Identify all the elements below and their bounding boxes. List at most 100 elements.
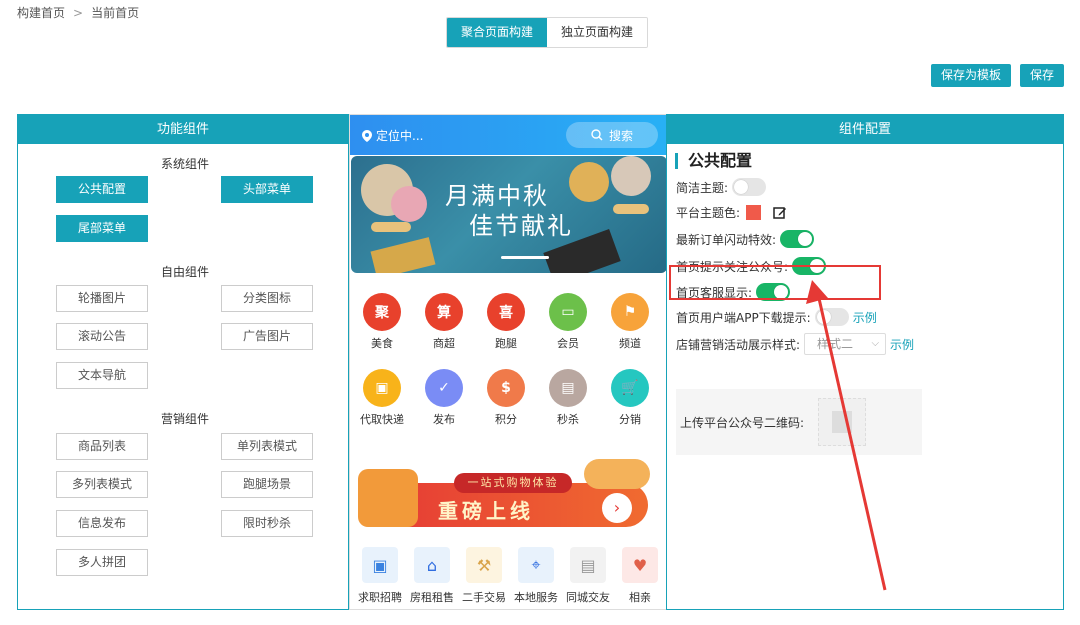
- category-label: 代取快递: [360, 413, 404, 426]
- category-points[interactable]: $ 积分: [476, 369, 536, 427]
- map-pin-icon: ⌖: [518, 547, 554, 583]
- component-scroll-notice[interactable]: 滚动公告: [56, 323, 148, 350]
- component-ad-image[interactable]: 广告图片: [221, 323, 313, 350]
- component-info-publish[interactable]: 信息发布: [56, 510, 148, 537]
- category-label: 分销: [619, 413, 641, 426]
- banner-headline-2: 佳节献礼: [469, 212, 573, 240]
- component-flash-sale[interactable]: 限时秒杀: [221, 510, 313, 537]
- gift-box-image: [370, 237, 436, 273]
- category-publish[interactable]: ✓ 发布: [414, 369, 474, 427]
- save-button[interactable]: 保存: [1020, 64, 1065, 87]
- supermarket-icon: 算: [425, 293, 463, 331]
- theme-color-swatch[interactable]: [746, 205, 762, 220]
- tab-aggregate-page[interactable]: 聚合页面构建: [447, 18, 547, 47]
- promo-banner[interactable]: 一站式购物体验 重磅上线 ›: [358, 455, 658, 535]
- id-card-icon: ▣: [362, 547, 398, 583]
- category-label: 商超: [433, 337, 455, 350]
- category-express[interactable]: ▣ 代取快递: [352, 369, 412, 427]
- category-food[interactable]: 聚 美食: [352, 293, 412, 351]
- category-channel[interactable]: ⚑ 频道: [600, 293, 660, 351]
- breadcrumb: 构建首页 > 当前首页: [17, 4, 139, 21]
- toggle-knob: [798, 232, 813, 246]
- flash-sale-icon: ▤: [549, 369, 587, 407]
- component-carousel[interactable]: 轮播图片: [56, 285, 148, 312]
- category-supermarket[interactable]: 算 商超: [414, 293, 474, 351]
- errand-icon: 喜: [487, 293, 525, 331]
- edit-icon[interactable]: [773, 206, 787, 220]
- phone-preview: 定位中... 搜索 月满中秋 佳节献礼 聚 美食 算 商超 喜 跑腿 ▭ 会员 …: [349, 114, 667, 610]
- free-components-title: 自由组件: [161, 265, 210, 279]
- theme-color-row: 平台主题色:: [676, 204, 787, 221]
- order-flash-label: 最新订单闪动特效:: [676, 232, 777, 247]
- food-icon: 聚: [363, 293, 401, 331]
- promo-subtitle: 一站式购物体验: [454, 473, 572, 493]
- config-panel-title: 组件配置: [667, 115, 1063, 144]
- service-dating[interactable]: ▤ 同城交友: [564, 547, 612, 605]
- component-public-config[interactable]: 公共配置: [56, 176, 148, 203]
- component-header-menu[interactable]: 头部菜单: [221, 176, 313, 203]
- component-single-list[interactable]: 单列表模式: [221, 433, 313, 460]
- package-icon: ▣: [363, 369, 401, 407]
- service-label: 同城交友: [566, 591, 610, 604]
- preview-search[interactable]: 搜索: [566, 122, 658, 148]
- theme-color-label: 平台主题色:: [676, 206, 741, 220]
- component-group-buy[interactable]: 多人拼团: [56, 549, 148, 576]
- arrow-right-icon: ›: [602, 493, 632, 523]
- shopping-bag-image: [358, 469, 418, 527]
- house-icon: ⌂: [414, 547, 450, 583]
- save-as-template-button[interactable]: 保存为模板: [931, 64, 1012, 87]
- component-multi-list[interactable]: 多列表模式: [56, 471, 148, 498]
- heart-hand-icon: ♥: [622, 547, 658, 583]
- search-label: 搜索: [608, 128, 633, 143]
- category-label: 积分: [495, 413, 517, 426]
- service-local[interactable]: ⌖ 本地服务: [512, 547, 560, 605]
- flag-icon: ⚑: [611, 293, 649, 331]
- component-errand-scene[interactable]: 跑腿场景: [221, 471, 313, 498]
- component-category-icons[interactable]: 分类图标: [221, 285, 313, 312]
- component-product-list[interactable]: 商品列表: [56, 433, 148, 460]
- marketing-components-title: 营销组件: [161, 412, 210, 426]
- category-flash-sale[interactable]: ▤ 秒杀: [538, 369, 598, 427]
- category-label: 会员: [557, 337, 579, 350]
- tab-standalone-page[interactable]: 独立页面构建: [547, 18, 647, 47]
- cloud-decoration: [371, 222, 411, 232]
- simple-theme-label: 简洁主题:: [676, 180, 729, 195]
- category-label: 频道: [619, 337, 641, 350]
- category-member[interactable]: ▭ 会员: [538, 293, 598, 351]
- service-second-hand[interactable]: ⚒ 二手交易: [460, 547, 508, 605]
- mooncake-image: [391, 186, 427, 222]
- order-flash-toggle[interactable]: [780, 230, 815, 248]
- toggle-knob: [734, 180, 749, 194]
- service-label: 相亲: [629, 591, 651, 604]
- service-label: 本地服务: [514, 591, 558, 604]
- service-strip: ▣ 求职招聘 ⌂ 房租租售 ⚒ 二手交易 ⌖ 本地服务 ▤ 同城交友 ♥ 相亲: [350, 547, 666, 609]
- member-card-icon: ▭: [549, 293, 587, 331]
- mode-tabs: 聚合页面构建 独立页面构建: [446, 17, 648, 48]
- category-label: 美食: [371, 337, 393, 350]
- category-errand[interactable]: 喜 跑腿: [476, 293, 536, 351]
- mid-autumn-banner[interactable]: 月满中秋 佳节献礼: [351, 156, 666, 273]
- simple-theme-toggle[interactable]: [732, 178, 767, 196]
- component-panel-title: 功能组件: [18, 115, 348, 144]
- publish-icon: ✓: [425, 369, 463, 407]
- component-footer-menu[interactable]: 尾部菜单: [56, 215, 148, 242]
- simple-theme-row: 简洁主题:: [676, 178, 767, 196]
- hammer-icon: ⚒: [466, 547, 502, 583]
- category-distribution[interactable]: 🛒 分销: [600, 369, 660, 427]
- service-jobs[interactable]: ▣ 求职招聘: [356, 547, 404, 605]
- category-label: 发布: [433, 413, 455, 426]
- location-pin-icon: [362, 129, 372, 142]
- service-rental[interactable]: ⌂ 房租租售: [408, 547, 456, 605]
- points-bag-icon: $: [487, 369, 525, 407]
- carousel-indicator: [501, 256, 549, 259]
- breadcrumb-home[interactable]: 构建首页: [17, 4, 65, 21]
- qr-upload-label: 上传平台公众号二维码:: [680, 416, 805, 430]
- service-matchmaking[interactable]: ♥ 相亲: [616, 547, 664, 605]
- component-text-nav[interactable]: 文本导航: [56, 362, 148, 389]
- service-label: 房租租售: [410, 591, 454, 604]
- location-indicator[interactable]: 定位中...: [362, 127, 423, 144]
- cart-icon: 🛒: [611, 369, 649, 407]
- cloud-decoration: [613, 204, 649, 214]
- preview-header: 定位中... 搜索: [350, 115, 666, 155]
- breadcrumb-current: 当前首页: [91, 6, 140, 20]
